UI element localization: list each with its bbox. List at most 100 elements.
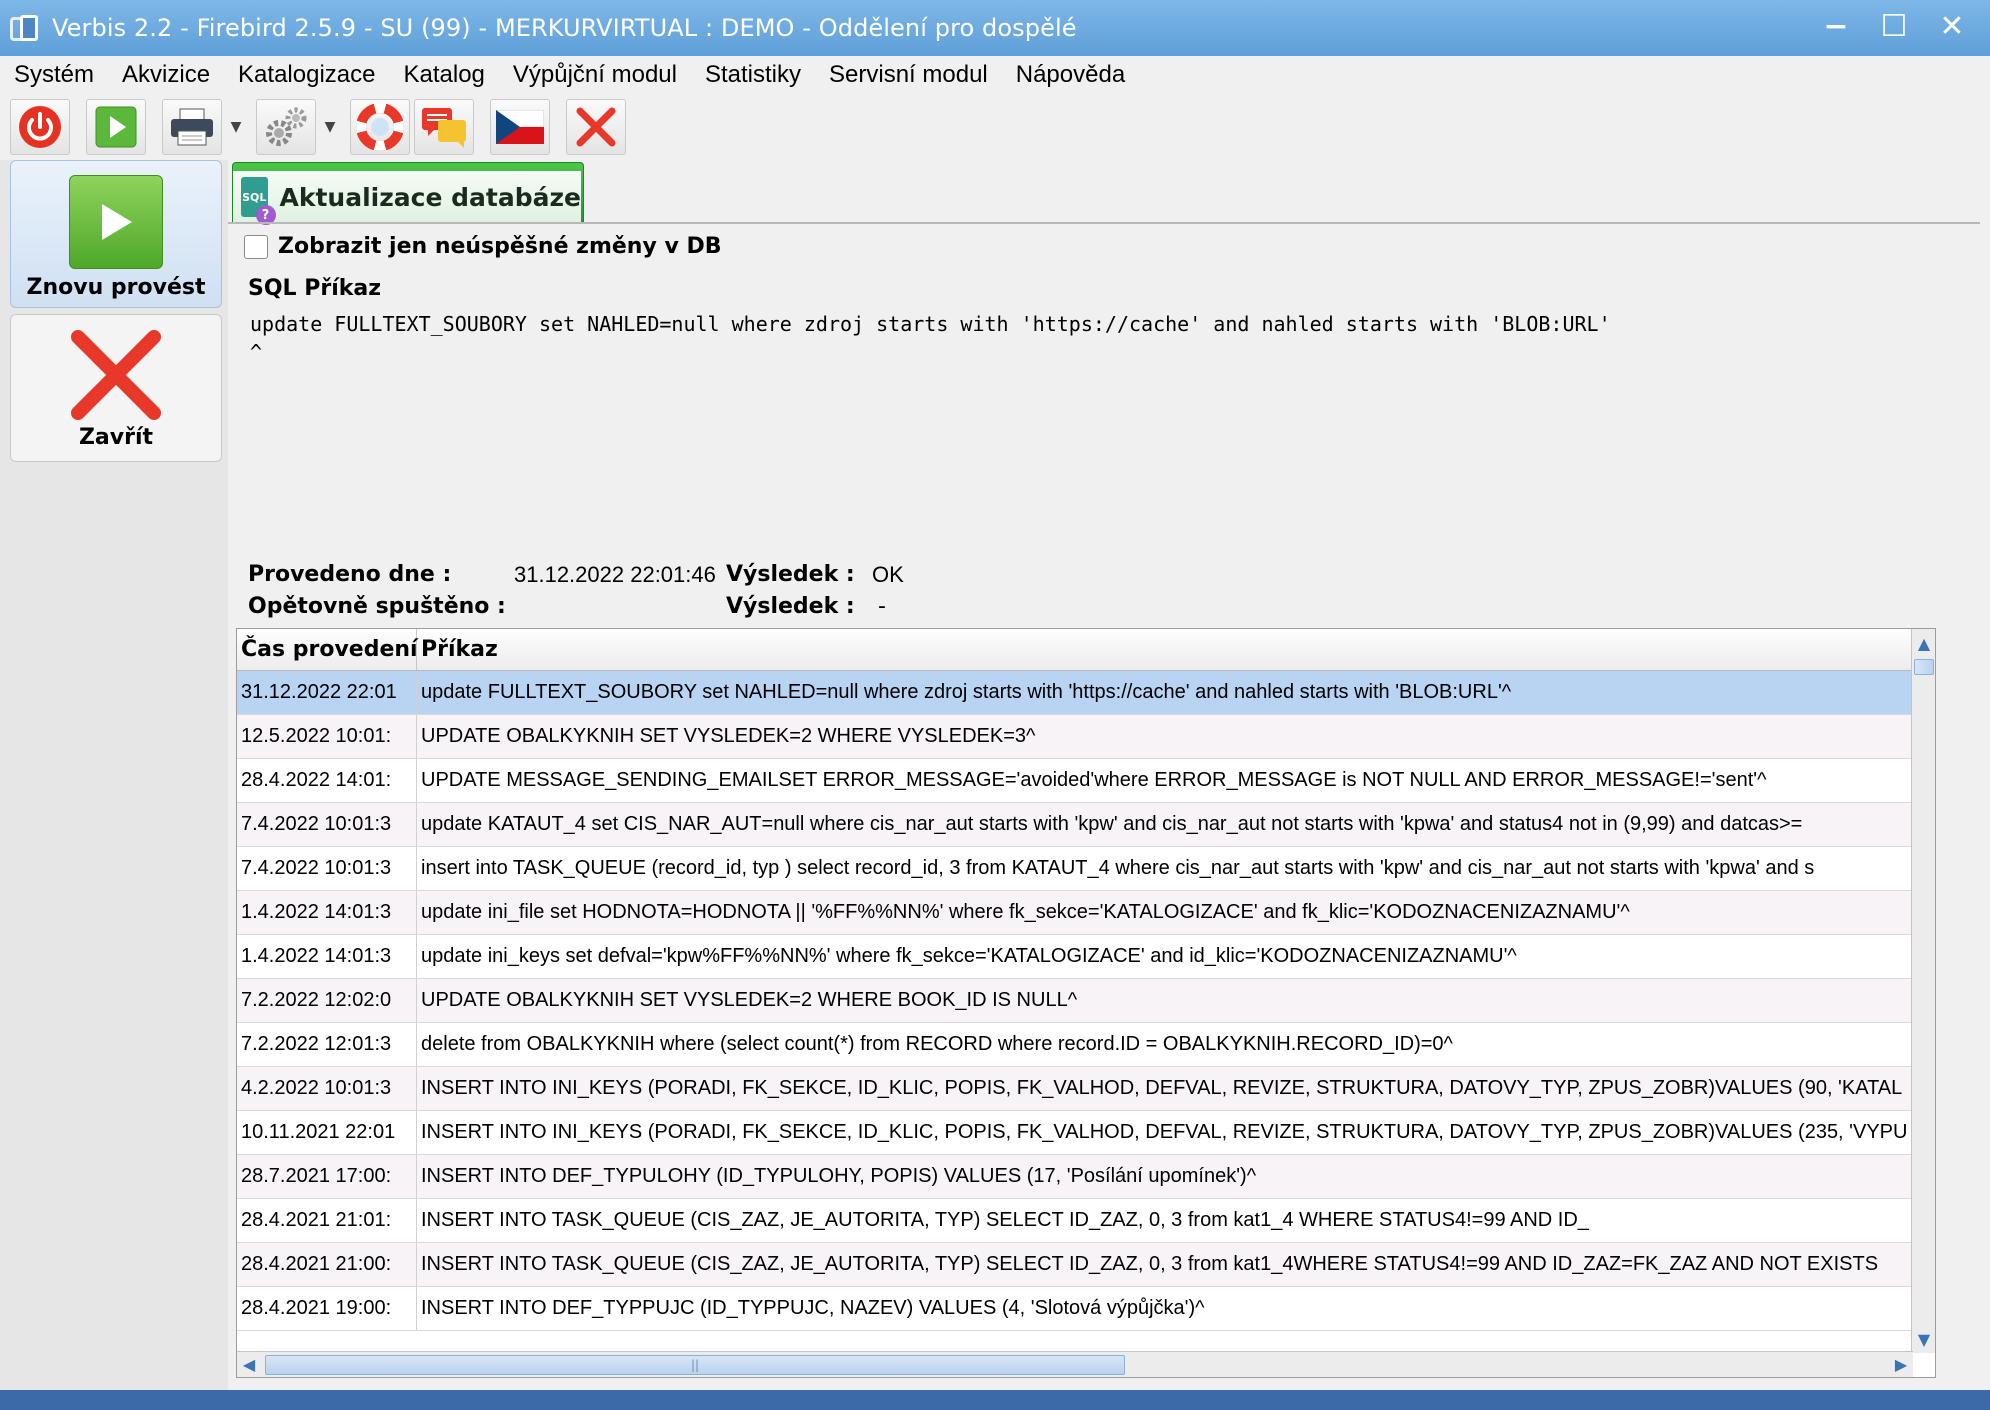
menu-akvizice[interactable]: Akvizice <box>108 61 224 89</box>
cell-time: 10.11.2021 22:01 <box>237 1111 417 1154</box>
table-row[interactable]: 1.4.2022 14:01:3 update ini_file set HODN… <box>237 891 1913 935</box>
table-row[interactable]: 28.7.2021 17:00: INSERT INTO DEF_TYPULOHY… <box>237 1155 1913 1199</box>
menu-katalog[interactable]: Katalog <box>389 61 498 89</box>
scroll-left-icon[interactable]: ◀ <box>237 1351 261 1378</box>
table-row[interactable]: 28.4.2021 19:00: INSERT INTO DEF_TYPPUJC … <box>237 1287 1913 1331</box>
sql-command-label: SQL Příkaz <box>248 276 382 301</box>
horizontal-scrollbar[interactable]: ◀ || ▶ <box>237 1351 1913 1377</box>
messages-button[interactable] <box>414 99 474 155</box>
rerun-button[interactable]: Znovu provést <box>10 160 222 308</box>
scroll-down-icon[interactable]: ▼ <box>1912 1325 1935 1353</box>
tab-aktualizace-databaze[interactable]: SQL ? Aktualizace databáze <box>232 162 584 225</box>
cell-command: INSERT INTO DEF_TYPPUJC (ID_TYPPUJC, NAZ… <box>417 1287 1913 1330</box>
printer-icon <box>171 108 213 146</box>
table-row[interactable]: 7.2.2022 12:01:3 delete from OBALKYKNIH w… <box>237 1023 1913 1067</box>
grid-rows: 31.12.2022 22:01 update FULLTEXT_SOUBORY … <box>237 671 1913 1351</box>
help-button[interactable] <box>350 99 410 155</box>
cell-command: UPDATE OBALKYKNIH SET VYSLEDEK=2 WHERE B… <box>417 979 1913 1022</box>
cell-time: 28.4.2021 21:00: <box>237 1243 417 1286</box>
menu-bar: Systém Akvizice Katalogizace Katalog Výp… <box>0 56 1990 94</box>
sql-command-text: update FULLTEXT_SOUBORY set NAHLED=null … <box>250 312 1611 364</box>
app-logo-icon <box>8 11 42 45</box>
column-header-command[interactable]: Příkaz <box>417 629 1913 670</box>
vertical-scroll-thumb[interactable] <box>1914 659 1934 675</box>
table-row[interactable]: 31.12.2022 22:01 update FULLTEXT_SOUBORY … <box>237 671 1913 715</box>
result2-value: - <box>878 594 886 619</box>
print-dropdown-icon[interactable]: ▼ <box>226 99 246 155</box>
result-label: Výsledek : <box>726 562 855 587</box>
close-button[interactable]: Zavřít <box>10 314 222 462</box>
maximize-icon[interactable]: ☐ <box>1876 8 1912 44</box>
menu-napoveda[interactable]: Nápověda <box>1002 61 1139 89</box>
tab-divider <box>228 222 1980 224</box>
failed-only-label: Zobrazit jen neúspěšné změny v DB <box>278 234 722 259</box>
gears-icon <box>266 107 307 146</box>
print-button[interactable] <box>162 99 222 155</box>
result-value: OK <box>872 562 904 587</box>
table-row[interactable]: 28.4.2022 14:01: UPDATE MESSAGE_SENDING_E… <box>237 759 1913 803</box>
czech-flag-icon <box>496 110 544 144</box>
cell-command: delete from OBALKYKNIH where (select cou… <box>417 1023 1913 1066</box>
table-row[interactable]: 10.11.2021 22:01 INSERT INTO INI_KEYS (PO… <box>237 1111 1913 1155</box>
close-label: Zavřít <box>78 425 154 450</box>
cell-time: 1.4.2022 14:01:3 <box>237 891 417 934</box>
minimize-icon[interactable]: − <box>1818 8 1854 44</box>
table-row[interactable]: 7.2.2022 12:02:0 UPDATE OBALKYKNIH SET VY… <box>237 979 1913 1023</box>
vertical-scrollbar[interactable]: ▲ ▼ <box>1911 629 1935 1353</box>
close-icon <box>576 107 616 147</box>
menu-vypujcni-modul[interactable]: Výpůjční modul <box>499 61 691 89</box>
run-button[interactable] <box>86 99 146 155</box>
table-row[interactable]: 12.5.2022 10:01: UPDATE OBALKYKNIH SET VY… <box>237 715 1913 759</box>
menu-statistiky[interactable]: Statistiky <box>691 61 815 89</box>
cell-command: INSERT INTO DEF_TYPULOHY (ID_TYPULOHY, P… <box>417 1155 1913 1198</box>
cell-time: 1.4.2022 14:01:3 <box>237 935 417 978</box>
title-bar: Verbis 2.2 - Firebird 2.5.9 - SU (99) - … <box>0 0 1990 56</box>
column-header-time[interactable]: Čas provedení <box>237 629 418 670</box>
failed-only-checkbox[interactable] <box>244 234 268 259</box>
menu-katalogizace[interactable]: Katalogizace <box>224 61 389 89</box>
play-icon <box>95 106 137 148</box>
table-row[interactable]: 28.4.2021 21:00: INSERT INTO TASK_QUEUE (… <box>237 1243 1913 1287</box>
table-row[interactable]: 4.2.2022 10:01:3 INSERT INTO INI_KEYS (PO… <box>237 1067 1913 1111</box>
language-button[interactable] <box>490 99 550 155</box>
power-button[interactable] <box>10 99 70 155</box>
power-icon <box>19 106 61 148</box>
cell-time: 28.4.2021 19:00: <box>237 1287 417 1330</box>
failed-only-filter[interactable]: Zobrazit jen neúspěšné změny v DB <box>244 234 722 259</box>
result2-label: Výsledek : <box>726 594 855 619</box>
lifebuoy-icon <box>357 104 403 150</box>
cell-time: 28.4.2021 21:01: <box>237 1199 417 1242</box>
scroll-up-icon[interactable]: ▲ <box>1912 629 1935 657</box>
cell-time: 7.4.2022 10:01:3 <box>237 847 417 890</box>
tab-label: Aktualizace databáze <box>279 182 582 212</box>
cell-command: UPDATE OBALKYKNIH SET VYSLEDEK=2 WHERE V… <box>417 715 1913 758</box>
grid-header: Čas provedení Příkaz <box>237 629 1913 671</box>
settings-dropdown-icon[interactable]: ▼ <box>320 99 340 155</box>
rerun-executed-label: Opětovně spuštěno : <box>248 594 506 619</box>
close-window-icon[interactable]: ✕ <box>1934 8 1970 44</box>
table-row[interactable]: 7.4.2022 10:01:3 update KATAUT_4 set CIS_… <box>237 803 1913 847</box>
chat-icon <box>422 108 466 148</box>
scroll-right-icon[interactable]: ▶ <box>1889 1351 1913 1378</box>
cell-time: 7.2.2022 12:01:3 <box>237 1023 417 1066</box>
cell-command: INSERT INTO TASK_QUEUE (CIS_ZAZ, JE_AUTO… <box>417 1243 1913 1286</box>
menu-system[interactable]: Systém <box>0 61 108 89</box>
rerun-label: Znovu provést <box>26 275 206 300</box>
horizontal-scroll-thumb[interactable]: || <box>265 1355 1125 1375</box>
cell-command: INSERT INTO TASK_QUEUE (CIS_ZAZ, JE_AUTO… <box>417 1199 1913 1242</box>
table-row[interactable]: 7.4.2022 10:01:3 insert into TASK_QUEUE (… <box>237 847 1913 891</box>
history-grid: Čas provedení Příkaz 31.12.2022 22:01 upd… <box>236 628 1936 1378</box>
menu-servisni-modul[interactable]: Servisní modul <box>815 61 1002 89</box>
content-area: SQL ? Aktualizace databáze Zobrazit jen … <box>228 160 1980 1390</box>
cell-time: 4.2.2022 10:01:3 <box>237 1067 417 1110</box>
table-row[interactable]: 1.4.2022 14:01:3 update ini_keys set defv… <box>237 935 1913 979</box>
sql-icon: SQL ? <box>241 177 276 225</box>
table-row[interactable]: 28.4.2021 21:01: INSERT INTO TASK_QUEUE (… <box>237 1199 1913 1243</box>
executed-label: Provedeno dne : <box>248 562 452 587</box>
settings-button[interactable] <box>256 99 316 155</box>
close-toolbar-button[interactable] <box>566 99 626 155</box>
executed-value: 31.12.2022 22:01:46 <box>514 562 716 587</box>
cell-time: 31.12.2022 22:01 <box>237 671 417 714</box>
cell-command: INSERT INTO INI_KEYS (PORADI, FK_SEKCE, … <box>417 1067 1913 1110</box>
cell-command: update ini_file set HODNOTA=HODNOTA || '… <box>417 891 1913 934</box>
